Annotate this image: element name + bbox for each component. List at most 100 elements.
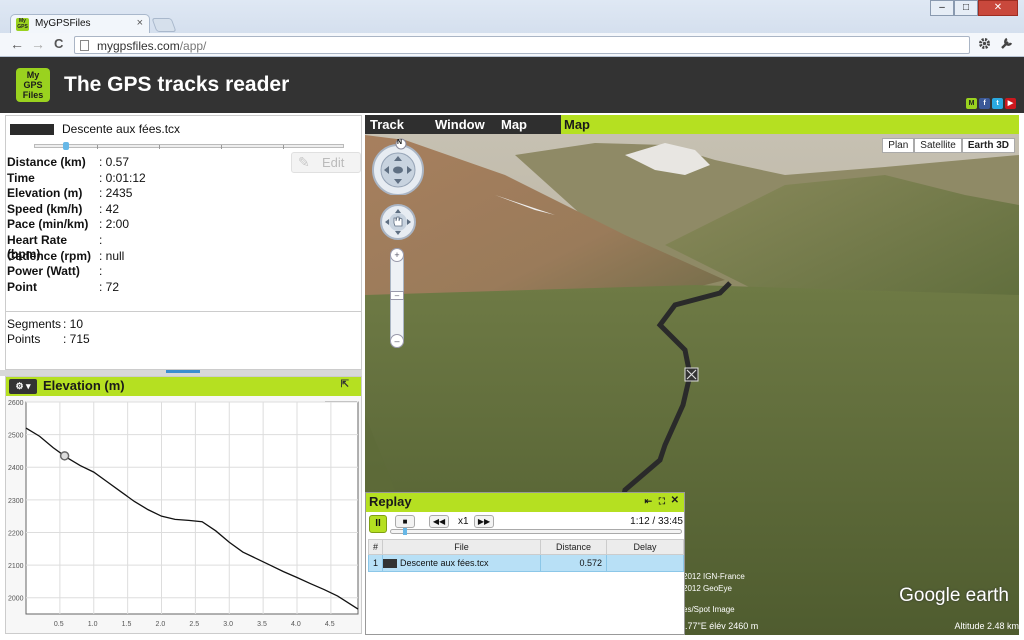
stat-value: : 42 [99, 201, 120, 216]
map-type-satellite[interactable]: Satellite [914, 138, 962, 153]
tab-title: MyGPSFiles [35, 18, 91, 29]
elevation-settings-button[interactable]: ⚙ ▾ [9, 379, 37, 394]
track-color-swatch [383, 559, 397, 569]
tab-close-icon[interactable]: × [137, 17, 143, 29]
menu-window[interactable]: Window [435, 117, 485, 132]
segment-summary: Segments: 10 Points: 715 [7, 317, 90, 347]
maximize-button[interactable]: □ [954, 0, 978, 16]
column-header-distance[interactable]: Distance [540, 539, 607, 555]
youtube-icon[interactable]: ▶ [1005, 98, 1016, 109]
address-bar[interactable]: mygpsfiles.com/app/ [74, 36, 970, 54]
pause-button[interactable]: II [369, 515, 387, 533]
minimize-button[interactable]: – [930, 0, 954, 16]
track-name: Descente aux fées.tcx [62, 122, 181, 136]
y-tick-label: 2500 [8, 433, 24, 440]
segments-label: Segments [7, 317, 62, 331]
track-position-slider[interactable] [34, 142, 344, 150]
replay-progress-bar[interactable] [390, 528, 682, 535]
stat-row: Point: 72 [7, 280, 146, 296]
slider-handle[interactable] [63, 142, 69, 150]
rewind-button[interactable]: ◀◀ [429, 515, 449, 528]
stat-value: : 0.57 [99, 155, 130, 169]
replay-progress-handle[interactable] [402, 528, 407, 535]
app-logo[interactable]: My GPS Files [16, 68, 50, 102]
favicon-icon: My GPS [16, 18, 29, 31]
dock-icon[interactable]: ⇤ [644, 496, 652, 507]
forward-button[interactable]: → [31, 36, 45, 52]
x-tick-label: 3.0 [223, 621, 233, 628]
social-links: M f t ▶ [966, 98, 1016, 109]
map-zoom-out-button[interactable]: – [390, 334, 404, 348]
url-domain: mygpsfiles.com [97, 39, 180, 53]
stop-button[interactable]: ■ [395, 515, 415, 528]
mygps-icon[interactable]: M [966, 98, 977, 109]
column-header-index[interactable]: # [368, 539, 383, 555]
y-tick-label: 2300 [8, 498, 24, 505]
splitter-grip[interactable] [166, 370, 200, 373]
elevation-panel-title: Elevation (m) [43, 378, 125, 393]
twitter-icon[interactable]: t [992, 98, 1003, 109]
elevation-chart[interactable]: 2000 2100 2200 2300 2400 2500 2600 0.5 1.0 1.5 2.0… [6, 397, 363, 635]
close-icon[interactable]: ✕ [671, 495, 679, 506]
close-window-button[interactable]: ✕ [978, 0, 1018, 16]
map-type-plan[interactable]: Plan [882, 138, 915, 153]
stat-value: : [99, 232, 103, 247]
app-title: The GPS tracks reader [64, 73, 290, 96]
status-coordinates: 24.77"E élév 2460 m [675, 621, 759, 631]
stat-label: Time [7, 170, 35, 185]
menu-track[interactable]: Track [370, 117, 404, 132]
edit-label: Edit [322, 155, 345, 170]
maximize-icon[interactable]: ⛶ [659, 496, 665, 507]
row-distance: 0.572 [540, 554, 607, 572]
stat-value: : 72 [99, 279, 120, 294]
reload-button[interactable]: C [54, 36, 63, 51]
stat-label: Pace (min/km) [7, 217, 89, 232]
compass-north-label: N [397, 139, 403, 146]
track-color-swatch[interactable] [10, 123, 54, 135]
back-button[interactable]: ← [10, 36, 24, 52]
x-tick-label: 4.5 [325, 621, 335, 628]
new-tab-button[interactable] [151, 18, 177, 32]
stat-row: Time : 0:01:12 [7, 171, 146, 187]
fast-forward-button[interactable]: ▶▶ [474, 515, 494, 528]
browser-tab[interactable]: My GPS MyGPSFiles × [10, 14, 150, 34]
replay-table: # File Distance Delay 1 Descente aux fée… [368, 539, 684, 572]
gear-icon[interactable] [978, 37, 991, 50]
stat-label: Power (Watt) [7, 264, 80, 279]
x-tick-label: 1.5 [122, 621, 132, 628]
facebook-icon[interactable]: f [979, 98, 990, 109]
x-tick-label: 2.0 [156, 621, 166, 628]
stat-label: Elevation (m) [7, 186, 83, 201]
stat-value: : 0:01:12 [99, 170, 146, 185]
stat-label: Heart Rate (bpm) [7, 232, 68, 261]
stat-label: Distance (km) [7, 155, 86, 169]
map-type-earth-3d[interactable]: Earth 3D [961, 138, 1015, 153]
map-zoom-in-button[interactable]: + [390, 248, 404, 262]
maximize-icon[interactable]: ⇱ [341, 379, 349, 390]
column-header-delay[interactable]: Delay [606, 539, 684, 555]
stat-row: Power (Watt): [7, 264, 146, 280]
menu-map[interactable]: Map [501, 117, 527, 132]
y-tick-label: 2100 [8, 563, 24, 570]
edit-button[interactable]: ✎ Edit [291, 152, 361, 173]
column-header-file[interactable]: File [382, 539, 541, 555]
replay-panel: Replay ⇤ ⛶ ✕ II ■ ◀◀ x1 ▶▶ 1:12 / 33:45 … [365, 492, 685, 635]
stat-row: Cadence (rpm): null [7, 249, 146, 265]
map-panel-title: Map [564, 117, 590, 132]
pencil-icon: ✎ [298, 154, 310, 170]
row-file: Descente aux fées.tcx [400, 557, 489, 568]
look-around-icon[interactable] [379, 203, 417, 241]
table-row[interactable]: 1 Descente aux fées.tcx 0.572 [368, 554, 684, 572]
wrench-icon[interactable] [1000, 37, 1013, 50]
x-tick-label: 4.0 [291, 621, 301, 628]
zoom-slider-handle[interactable]: – [390, 291, 404, 300]
navigation-bar: ← → C mygpsfiles.com/app/ [0, 33, 1024, 57]
stat-row: Distance (km) : 0.57 [7, 155, 146, 171]
y-tick-label: 2000 [8, 596, 24, 603]
divider [6, 311, 361, 312]
copyright-geoeye: 2012 GeoEye [683, 584, 732, 593]
row-delay [606, 554, 684, 572]
logo-line-1: My [26, 70, 40, 80]
x-tick-label: 2.5 [189, 621, 199, 628]
speed-label[interactable]: x1 [458, 516, 469, 527]
